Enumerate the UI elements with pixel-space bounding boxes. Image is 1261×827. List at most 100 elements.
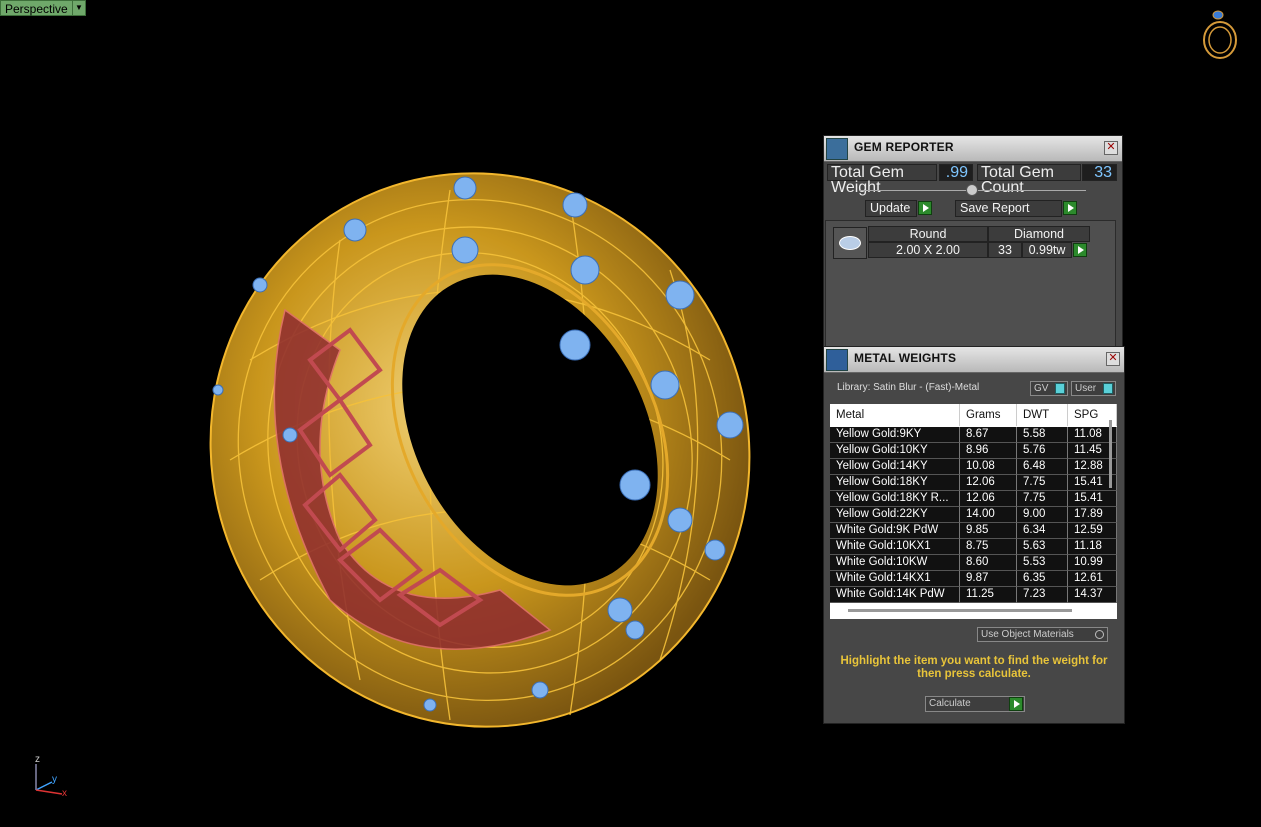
- save-report-button[interactable]: Save Report: [955, 200, 1062, 217]
- gem-size-cell[interactable]: 2.00 X 2.00: [868, 242, 988, 258]
- axis-gizmo: z y x: [35, 754, 67, 799]
- dwt-cell: 9.00: [1017, 507, 1068, 523]
- table-row[interactable]: White Gold:14K PdW 11.25 7.23 14.37: [830, 587, 1117, 603]
- total-gem-weight-value: .99: [939, 164, 973, 181]
- gem-reporter-titlebar[interactable]: GEM REPORTER ✕: [824, 136, 1122, 162]
- grams-cell: 12.06: [960, 491, 1017, 507]
- column-header[interactable]: Metal: [830, 404, 960, 426]
- metal-cell: Yellow Gold:18KY R...: [830, 491, 960, 507]
- gem-reporter-icon: [826, 138, 848, 160]
- column-header[interactable]: DWT: [1017, 404, 1068, 426]
- metal-cell: Yellow Gold:9KY: [830, 427, 960, 443]
- grams-cell: 14.00: [960, 507, 1017, 523]
- table-row[interactable]: Yellow Gold:18KY R... 12.06 7.75 15.41: [830, 491, 1117, 507]
- gv-label: GV: [1034, 383, 1049, 394]
- report-slider-handle[interactable]: [966, 184, 978, 196]
- gv-toggle[interactable]: GV: [1030, 381, 1068, 396]
- library-label: Library: Satin Blur - (Fast)-Metal: [837, 382, 980, 393]
- axis-x-label: x: [62, 788, 67, 799]
- dwt-cell: 6.34: [1017, 523, 1068, 539]
- gv-toggle-knob: [1055, 383, 1065, 394]
- grams-cell: 9.85: [960, 523, 1017, 539]
- metal-cell: Yellow Gold:22KY: [830, 507, 960, 523]
- grams-cell: 10.08: [960, 459, 1017, 475]
- dwt-cell: 5.76: [1017, 443, 1068, 459]
- gem-count-cell[interactable]: 33: [988, 242, 1022, 258]
- gem-material-cell[interactable]: Diamond: [988, 226, 1090, 242]
- grams-cell: 9.87: [960, 571, 1017, 587]
- dwt-cell: 5.53: [1017, 555, 1068, 571]
- metal-cell: White Gold:9K PdW: [830, 523, 960, 539]
- metal-weights-titlebar[interactable]: METAL WEIGHTS ✕: [824, 347, 1124, 373]
- calculate-go-icon[interactable]: [1009, 697, 1023, 711]
- close-icon[interactable]: ✕: [1106, 352, 1120, 366]
- metal-weights-title: METAL WEIGHTS: [854, 351, 957, 365]
- metal-weights-icon: [826, 349, 848, 371]
- use-object-materials-label: Use Object Materials: [981, 629, 1074, 640]
- gem-weight-cell[interactable]: 0.99tw: [1022, 242, 1072, 258]
- diamond-thumbnail-icon: [833, 227, 867, 259]
- table-horizontal-scrollbar[interactable]: [848, 609, 1072, 612]
- grams-cell: 12.06: [960, 475, 1017, 491]
- table-row[interactable]: Yellow Gold:14KY 10.08 6.48 12.88: [830, 459, 1117, 475]
- axis-y-label: y: [52, 774, 57, 785]
- spg-cell: 11.18: [1068, 539, 1117, 555]
- user-label: User: [1075, 383, 1097, 394]
- radio-icon[interactable]: [1095, 630, 1104, 639]
- ring-model[interactable]: [190, 160, 770, 740]
- dwt-cell: 7.75: [1017, 491, 1068, 507]
- user-toggle-knob: [1103, 383, 1113, 394]
- table-row[interactable]: White Gold:10KW 8.60 5.53 10.99: [830, 555, 1117, 571]
- dwt-cell: 7.23: [1017, 587, 1068, 603]
- total-gem-weight-label: Total Gem Weight: [827, 164, 937, 196]
- metal-cell: White Gold:10KW: [830, 555, 960, 571]
- table-vertical-scrollbar[interactable]: [1109, 420, 1112, 488]
- user-toggle[interactable]: User: [1071, 381, 1116, 396]
- dwt-cell: 5.63: [1017, 539, 1068, 555]
- metal-cell: Yellow Gold:14KY: [830, 459, 960, 475]
- spg-cell: 15.41: [1068, 491, 1117, 507]
- spg-cell: 17.89: [1068, 507, 1117, 523]
- metal-weights-table: Metal Grams DWT SPG Yellow Gold:9KY 8.67 5…: [830, 404, 1117, 619]
- use-object-materials-option[interactable]: Use Object Materials: [977, 627, 1108, 642]
- spg-cell: 12.61: [1068, 571, 1117, 587]
- view-name-tab[interactable]: Perspective: [0, 0, 73, 16]
- view-dropdown-arrow-icon[interactable]: ▼: [72, 0, 86, 16]
- gem-select-go-icon[interactable]: [1073, 243, 1087, 257]
- dwt-cell: 5.58: [1017, 427, 1068, 443]
- grams-cell: 8.60: [960, 555, 1017, 571]
- metal-cell: White Gold:10KX1: [830, 539, 960, 555]
- update-go-icon[interactable]: [918, 201, 932, 215]
- dwt-cell: 7.75: [1017, 475, 1068, 491]
- metal-cell: White Gold:14K PdW: [830, 587, 960, 603]
- metal-cell: Yellow Gold:18KY: [830, 475, 960, 491]
- table-row[interactable]: White Gold:9K PdW 9.85 6.34 12.59: [830, 523, 1117, 539]
- close-icon[interactable]: ✕: [1104, 141, 1118, 155]
- gem-shape-cell[interactable]: Round: [868, 226, 988, 242]
- grams-cell: 8.75: [960, 539, 1017, 555]
- table-row[interactable]: Yellow Gold:22KY 14.00 9.00 17.89: [830, 507, 1117, 523]
- spg-cell: 14.37: [1068, 587, 1117, 603]
- table-row[interactable]: Yellow Gold:10KY 8.96 5.76 11.45: [830, 443, 1117, 459]
- metal-cell: Yellow Gold:10KY: [830, 443, 960, 459]
- axis-z-label: z: [35, 754, 40, 765]
- table-row[interactable]: Yellow Gold:18KY 12.06 7.75 15.41: [830, 475, 1117, 491]
- table-row[interactable]: White Gold:14KX1 9.87 6.35 12.61: [830, 571, 1117, 587]
- calculate-label: Calculate: [929, 698, 971, 709]
- grams-cell: 8.96: [960, 443, 1017, 459]
- dwt-cell: 6.48: [1017, 459, 1068, 475]
- table-row[interactable]: White Gold:10KX1 8.75 5.63 11.18: [830, 539, 1117, 555]
- metal-cell: White Gold:14KX1: [830, 571, 960, 587]
- total-gem-count-label: Total Gem Count: [977, 164, 1081, 196]
- save-report-go-icon[interactable]: [1063, 201, 1077, 215]
- spg-cell: 12.59: [1068, 523, 1117, 539]
- table-row[interactable]: Yellow Gold:9KY 8.67 5.58 11.08: [830, 427, 1117, 443]
- grams-cell: 8.67: [960, 427, 1017, 443]
- column-header[interactable]: Grams: [960, 404, 1017, 426]
- ring-logo-icon: [1203, 10, 1237, 59]
- gem-reporter-title: GEM REPORTER: [854, 140, 954, 154]
- total-gem-count-value: 33: [1082, 164, 1117, 181]
- dwt-cell: 6.35: [1017, 571, 1068, 587]
- spg-cell: 10.99: [1068, 555, 1117, 571]
- update-button[interactable]: Update: [865, 200, 917, 217]
